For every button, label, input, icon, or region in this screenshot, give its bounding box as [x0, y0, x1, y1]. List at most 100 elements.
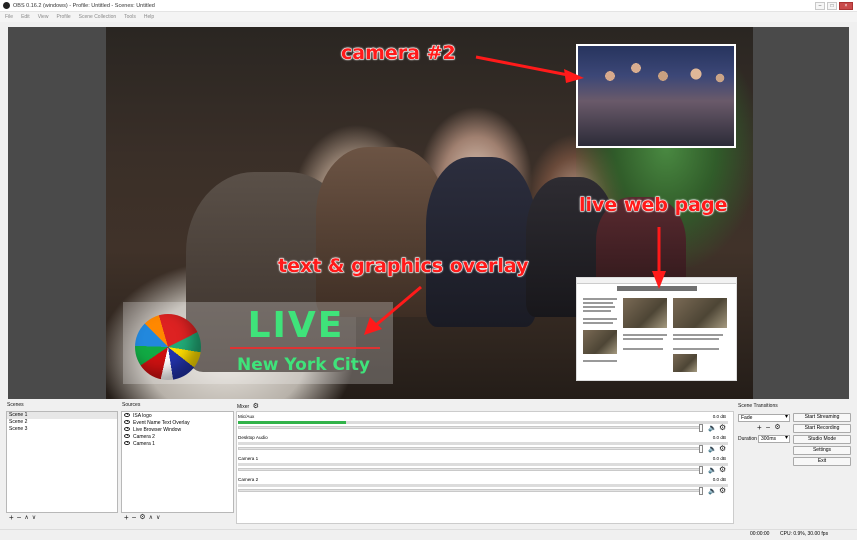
eye-icon[interactable] [124, 419, 130, 424]
add-transition-icon[interactable]: + [757, 424, 762, 432]
mixer-gear-icon[interactable]: ⚙ [253, 403, 259, 410]
camera-2-arrowhead [564, 69, 584, 83]
source-label: Live Browser Window [133, 427, 182, 433]
speaker-icon[interactable]: 🔈 [708, 487, 717, 495]
menu-help[interactable]: Help [144, 14, 154, 20]
studio-mode-button[interactable]: Studio Mode [793, 435, 851, 444]
remove-source-icon[interactable]: − [132, 514, 137, 522]
window-title: OBS 0.16.2 (windows) - Profile: Untitled… [13, 2, 155, 9]
status-cpu: CPU: 0.9%, 30.00 fps [780, 531, 829, 537]
speaker-icon[interactable]: 🔈 [708, 445, 717, 453]
eye-icon[interactable] [124, 440, 130, 445]
menu-profile[interactable]: Profile [56, 14, 70, 20]
annotation-camera-2: camera #2 [341, 42, 457, 65]
status-time: 00:00:00 [750, 531, 770, 537]
window-controls: – □ × [815, 2, 853, 10]
exit-button[interactable]: Exit [793, 457, 851, 466]
gear-icon[interactable]: ⚙ [719, 444, 726, 453]
duration-label: Duration [738, 436, 757, 442]
settings-button[interactable]: Settings [793, 446, 851, 455]
menu-edit[interactable]: Edit [21, 14, 30, 20]
scene-item[interactable]: Scene 1 [7, 412, 117, 419]
volume-meter [238, 463, 728, 466]
mixer-track-camera-2: Camera 2 0.0 dB 🔈 ⚙ [237, 477, 732, 497]
sources-toolbar: + − ⚙ ∧ ∨ [124, 514, 160, 522]
scene-item[interactable]: Scene 2 [7, 419, 117, 426]
volume-slider[interactable] [238, 445, 703, 453]
annotation-live-web-page: live web page [578, 194, 728, 217]
volume-slider[interactable] [238, 466, 703, 474]
menu-scene-collection[interactable]: Scene Collection [79, 14, 117, 20]
track-name: Camera 2 [238, 477, 259, 482]
add-source-icon[interactable]: + [124, 514, 129, 522]
eye-icon[interactable] [124, 426, 130, 431]
gear-icon[interactable]: ⚙ [719, 486, 726, 495]
move-down-icon[interactable]: ∨ [156, 514, 160, 522]
source-label: Camera 2 [133, 434, 155, 440]
volume-slider[interactable] [238, 424, 703, 432]
track-name: Mic/Aux [238, 414, 255, 419]
close-icon[interactable]: × [839, 2, 853, 10]
volume-slider[interactable] [238, 487, 703, 495]
overlay-arrowhead [364, 317, 382, 335]
slider-handle[interactable] [699, 445, 703, 453]
mixer-title: Mixer [237, 404, 250, 410]
move-down-icon[interactable]: ∨ [32, 514, 36, 522]
scenes-toolbar: + − ∧ ∨ [9, 514, 36, 522]
add-scene-icon[interactable]: + [9, 514, 14, 522]
track-name: Desktop Audio [238, 435, 268, 440]
sources-label: Sources [122, 402, 141, 408]
source-item[interactable]: Event Name Text Overlay [122, 419, 233, 427]
overlay-arrow [375, 285, 422, 327]
source-label: Event Name Text Overlay [133, 420, 190, 426]
volume-meter [238, 484, 728, 487]
scenes-list[interactable]: Scene 1 Scene 2 Scene 3 [6, 411, 118, 513]
transition-select[interactable]: Fade [738, 414, 790, 422]
gear-icon[interactable]: ⚙ [774, 424, 780, 432]
slider-handle[interactable] [699, 424, 703, 432]
speaker-icon[interactable]: 🔈 [708, 424, 717, 432]
preview-canvas[interactable]: LIVE New York City camera #2 live web pa… [106, 27, 753, 399]
mixer-label: Mixer ⚙ [237, 402, 259, 410]
source-item[interactable]: ISA logo [122, 412, 233, 420]
obs-logo-icon [3, 2, 10, 9]
source-label: ISA logo [133, 413, 152, 419]
eye-icon[interactable] [124, 412, 130, 417]
menu-file[interactable]: File [5, 14, 13, 20]
duration-spinbox[interactable]: 300ms [758, 435, 790, 443]
sources-list[interactable]: ISA logo Event Name Text Overlay Live Br… [121, 411, 234, 513]
menu-view[interactable]: View [38, 14, 49, 20]
track-db: 0.0 dB [712, 456, 726, 461]
track-name: Camera 1 [238, 456, 259, 461]
title-bar: OBS 0.16.2 (windows) - Profile: Untitled… [0, 0, 857, 12]
gear-icon[interactable]: ⚙ [139, 514, 145, 522]
meter-level [238, 421, 346, 424]
source-item[interactable]: Camera 1 [122, 440, 233, 448]
source-label: Camera 1 [133, 441, 155, 447]
maximize-icon[interactable]: □ [827, 2, 837, 10]
source-item[interactable]: Live Browser Window [122, 426, 233, 434]
status-bar [0, 529, 857, 540]
minimize-icon[interactable]: – [815, 2, 825, 10]
camera-2-arrow [475, 55, 569, 77]
eye-icon[interactable] [124, 433, 130, 438]
scenes-label: Scenes [7, 402, 24, 408]
move-up-icon[interactable]: ∧ [24, 514, 28, 522]
start-streaming-button[interactable]: Start Streaming [793, 413, 851, 422]
gear-icon[interactable]: ⚙ [719, 423, 726, 432]
webpage-arrowhead [652, 271, 666, 289]
gear-icon[interactable]: ⚙ [719, 465, 726, 474]
annotation-text-overlay: text & graphics overlay [278, 255, 530, 278]
slider-handle[interactable] [699, 487, 703, 495]
transition-toolbar: + − ⚙ [757, 424, 781, 432]
scene-item[interactable]: Scene 3 [7, 426, 117, 433]
menu-tools[interactable]: Tools [124, 14, 136, 20]
source-item[interactable]: Camera 2 [122, 433, 233, 441]
slider-handle[interactable] [699, 466, 703, 474]
remove-scene-icon[interactable]: − [17, 514, 22, 522]
start-recording-button[interactable]: Start Recording [793, 424, 851, 433]
speaker-icon[interactable]: 🔈 [708, 466, 717, 474]
move-up-icon[interactable]: ∧ [149, 514, 153, 522]
remove-transition-icon[interactable]: − [766, 424, 771, 432]
scene-transitions-label: Scene Transitions [738, 403, 778, 409]
